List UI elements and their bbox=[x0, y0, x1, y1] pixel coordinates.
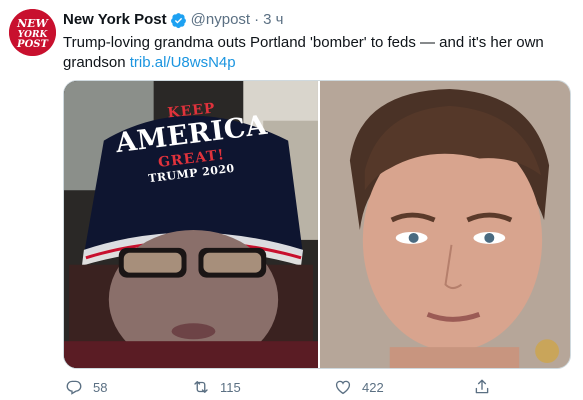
nypost-logo: NEW YORK POST bbox=[9, 9, 56, 56]
photo-grandma[interactable]: KEEP AMERICA GREAT! TRUMP 2020 bbox=[64, 81, 318, 368]
account-handle[interactable]: @nypost bbox=[191, 10, 250, 30]
like-count: 422 bbox=[362, 379, 384, 395]
tweet-media: KEEP AMERICA GREAT! TRUMP 2020 bbox=[63, 80, 571, 369]
retweet-button[interactable]: 115 bbox=[192, 376, 241, 398]
tweet-actions: 58 115 422 bbox=[63, 376, 568, 398]
photo-mugshot[interactable] bbox=[319, 81, 570, 368]
avatar[interactable]: NEW YORK POST bbox=[9, 9, 56, 56]
tweet-time[interactable]: 3 ч bbox=[263, 10, 283, 30]
separator-dot: · bbox=[254, 11, 260, 28]
tweet[interactable]: NEW YORK POST New York Post @nypost · 3 … bbox=[0, 0, 583, 400]
mugshot-photo-image bbox=[319, 81, 570, 368]
reply-count: 58 bbox=[93, 379, 108, 395]
verified-badge-icon bbox=[170, 12, 186, 28]
account-name[interactable]: New York Post bbox=[63, 10, 167, 30]
tweet-text: Trump-loving grandma outs Portland 'bomb… bbox=[63, 33, 568, 73]
like-icon bbox=[335, 380, 351, 395]
tweet-link[interactable]: trib.al/U8wsN4p bbox=[130, 54, 236, 71]
share-icon bbox=[475, 379, 489, 394]
tweet-header: New York Post @nypost · 3 ч bbox=[63, 10, 283, 30]
retweet-count: 115 bbox=[220, 379, 241, 395]
retweet-icon bbox=[194, 381, 208, 393]
like-button[interactable]: 422 bbox=[334, 376, 384, 398]
reply-button[interactable]: 58 bbox=[65, 376, 107, 398]
reply-icon bbox=[66, 380, 82, 395]
svg-text:NEW: NEW bbox=[16, 17, 49, 30]
share-button[interactable] bbox=[473, 376, 491, 398]
svg-text:POST: POST bbox=[16, 39, 49, 50]
